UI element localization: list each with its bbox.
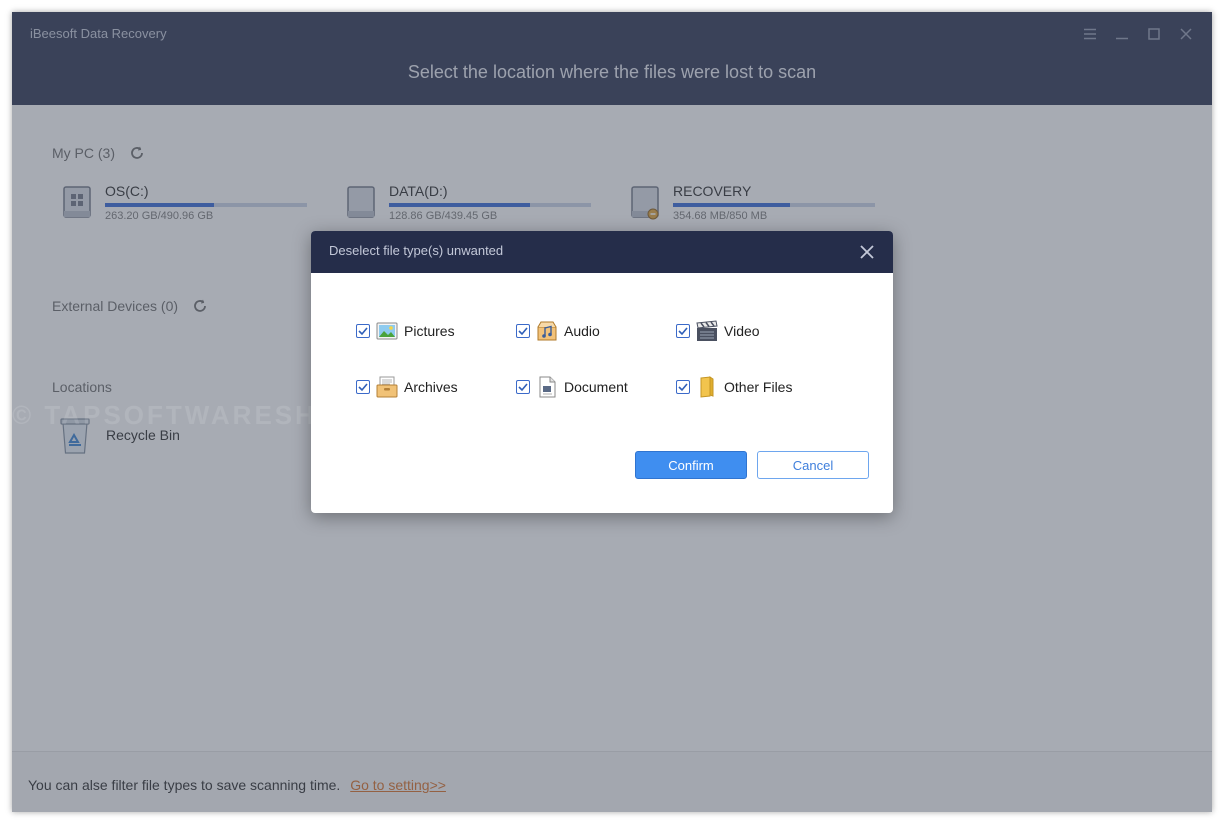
file-type-dialog: Deselect file type(s) unwanted Pictures [311, 231, 893, 513]
document-label: Document [564, 379, 628, 395]
check-icon [678, 383, 688, 392]
pictures-checkbox[interactable] [356, 324, 370, 338]
watermark: © TAPSOFTWARESHOP [12, 400, 361, 430]
pictures-label: Pictures [404, 323, 455, 339]
audio-label: Audio [564, 323, 600, 339]
folder-icon [700, 376, 714, 398]
video-checkbox[interactable] [676, 324, 690, 338]
filetype-video: Video [676, 319, 760, 343]
dialog-title: Deselect file type(s) unwanted [329, 243, 504, 258]
pictures-icon [376, 322, 398, 340]
document-checkbox[interactable] [516, 380, 530, 394]
check-icon [358, 327, 368, 336]
other-files-checkbox[interactable] [676, 380, 690, 394]
filetype-audio: Audio [516, 319, 600, 343]
audio-checkbox[interactable] [516, 324, 530, 338]
archives-checkbox[interactable] [356, 380, 370, 394]
filetype-archives: Archives [356, 375, 458, 399]
audio-icon [537, 321, 557, 341]
dialog-header: Deselect file type(s) unwanted [311, 231, 893, 273]
archives-icon [376, 376, 398, 398]
archives-label: Archives [404, 379, 458, 395]
video-label: Video [724, 323, 760, 339]
check-icon [358, 383, 368, 392]
confirm-button[interactable]: Confirm [635, 451, 747, 479]
filetype-other-files: Other Files [676, 375, 792, 399]
close-icon[interactable] [859, 244, 875, 260]
check-icon [678, 327, 688, 336]
check-icon [518, 327, 528, 336]
app-window: iBeesoft Data Recovery Select the locati… [12, 12, 1212, 812]
other-files-label: Other Files [724, 379, 793, 395]
video-icon [696, 320, 718, 341]
filetype-pictures: Pictures [356, 319, 455, 343]
filetype-document: Document [516, 375, 628, 399]
check-icon [518, 383, 528, 392]
document-icon [539, 376, 556, 398]
cancel-button[interactable]: Cancel [757, 451, 869, 479]
